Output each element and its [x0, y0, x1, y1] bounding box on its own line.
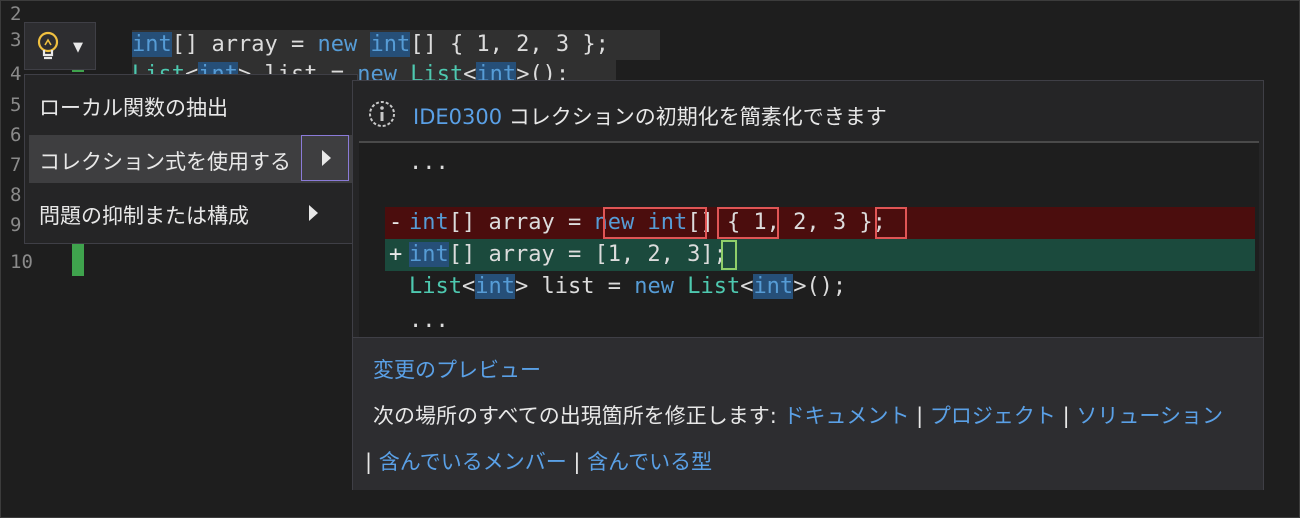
chevron-right-icon: [322, 150, 331, 166]
line-number: 4: [10, 63, 22, 85]
fix-all-member-link[interactable]: 含んでいるメンバー: [379, 450, 567, 474]
line-number: 3: [10, 29, 22, 51]
removed-highlight: [603, 207, 707, 239]
minus-sign: -: [389, 210, 403, 235]
line-number: 2: [10, 3, 22, 25]
line-number: 5: [10, 94, 22, 116]
menu-item-suppress-or-configure[interactable]: 問題の抑制または構成: [29, 189, 353, 237]
submenu-arrow-button[interactable]: [301, 135, 349, 181]
fix-all-line: 次の場所のすべての出現箇所を修正します: ドキュメント | プロジェクト | ソ…: [373, 404, 1223, 428]
quick-actions-menu: ローカル関数の抽出 コレクション式を使用する 問題の抑制または構成: [24, 74, 358, 244]
preview-changes-link[interactable]: 変更のプレビュー: [373, 354, 541, 384]
diff-preview: ... - int[] array = new int[] { 1, 2, 3 …: [359, 141, 1259, 337]
plus-sign: +: [389, 242, 403, 267]
added-highlight: [721, 240, 737, 270]
lightbulb-icon: [37, 31, 59, 60]
preview-footer: 変更のプレビュー 次の場所のすべての出現箇所を修正します: ドキュメント | プ…: [353, 337, 1263, 490]
change-indicator: [72, 244, 84, 276]
line-number: 7: [10, 154, 22, 176]
fix-all-document-link[interactable]: ドキュメント: [783, 404, 909, 428]
removed-highlight: [717, 207, 779, 239]
fix-all-solution-link[interactable]: ソリューション: [1076, 404, 1223, 428]
line-number: 8: [10, 184, 22, 206]
ellipsis: ...: [409, 308, 449, 333]
fix-all-type-link[interactable]: 含んでいる型: [587, 450, 712, 474]
quick-actions-button[interactable]: ▼: [24, 22, 96, 70]
line-number: 10: [10, 251, 33, 273]
line-number: 6: [10, 124, 22, 146]
menu-item-extract-local-function[interactable]: ローカル関数の抽出: [29, 81, 353, 129]
fix-all-project-link[interactable]: プロジェクト: [930, 404, 1056, 428]
menu-item-use-collection-expression[interactable]: コレクション式を使用する: [29, 135, 353, 183]
info-icon: [369, 101, 395, 127]
added-code: int[] array = [1, 2, 3];: [409, 242, 727, 267]
chevron-right-icon: [309, 205, 318, 221]
chevron-down-icon: ▼: [73, 40, 83, 55]
ellipsis: ...: [409, 150, 449, 175]
fix-all-line-2: | 含んでいるメンバー | 含んでいる型: [365, 450, 713, 474]
code-line-3[interactable]: int[] array = new int[] { 1, 2, 3 };: [132, 30, 660, 60]
preview-panel: IDE0300 コレクションの初期化を簡素化できます ... - int[] a…: [352, 80, 1264, 490]
line-number: 9: [10, 214, 22, 236]
context-code: List<int> list = new List<int>();: [409, 274, 847, 299]
removed-highlight: [875, 207, 907, 239]
preview-title: IDE0300 コレクションの初期化を簡素化できます: [413, 105, 887, 129]
